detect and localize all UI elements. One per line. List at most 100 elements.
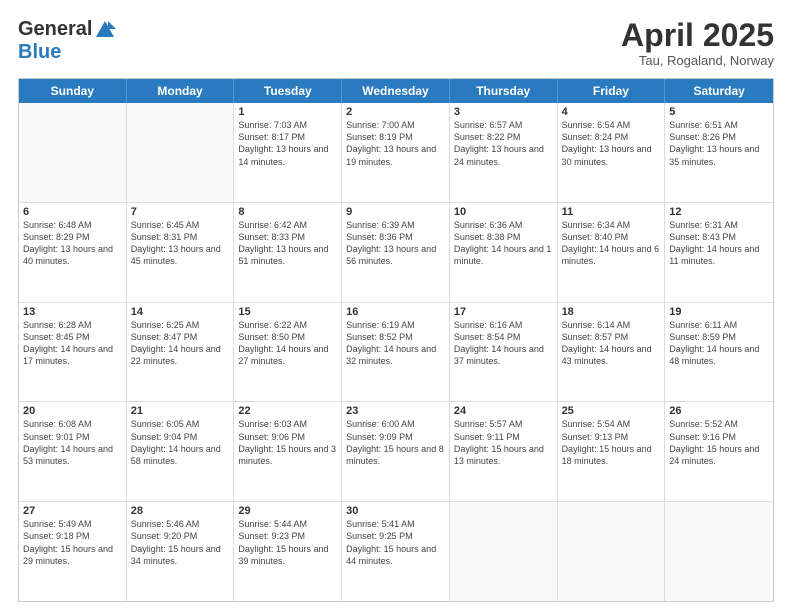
day-cell-29: 29Sunrise: 5:44 AM Sunset: 9:23 PM Dayli… <box>234 502 342 601</box>
day-number: 22 <box>238 405 337 417</box>
day-info: Sunrise: 6:16 AM Sunset: 8:54 PM Dayligh… <box>454 319 553 368</box>
logo-icon <box>94 19 116 41</box>
day-number: 21 <box>131 405 230 417</box>
weekday-header-sunday: Sunday <box>19 79 127 103</box>
day-cell-22: 22Sunrise: 6:03 AM Sunset: 9:06 PM Dayli… <box>234 402 342 501</box>
day-info: Sunrise: 5:46 AM Sunset: 9:20 PM Dayligh… <box>131 518 230 567</box>
day-info: Sunrise: 6:48 AM Sunset: 8:29 PM Dayligh… <box>23 219 122 268</box>
header: General Blue April 2025 Tau, Rogaland, N… <box>18 18 774 68</box>
empty-cell-0-1 <box>127 103 235 202</box>
day-info: Sunrise: 5:41 AM Sunset: 9:25 PM Dayligh… <box>346 518 445 567</box>
calendar: SundayMondayTuesdayWednesdayThursdayFrid… <box>18 78 774 602</box>
day-number: 13 <box>23 306 122 318</box>
day-cell-4: 4Sunrise: 6:54 AM Sunset: 8:24 PM Daylig… <box>558 103 666 202</box>
page: General Blue April 2025 Tau, Rogaland, N… <box>0 0 792 612</box>
empty-cell-0-0 <box>19 103 127 202</box>
day-info: Sunrise: 6:57 AM Sunset: 8:22 PM Dayligh… <box>454 119 553 168</box>
day-info: Sunrise: 6:42 AM Sunset: 8:33 PM Dayligh… <box>238 219 337 268</box>
day-info: Sunrise: 6:39 AM Sunset: 8:36 PM Dayligh… <box>346 219 445 268</box>
day-cell-10: 10Sunrise: 6:36 AM Sunset: 8:38 PM Dayli… <box>450 203 558 302</box>
day-info: Sunrise: 5:54 AM Sunset: 9:13 PM Dayligh… <box>562 418 661 467</box>
month-title: April 2025 <box>621 18 774 53</box>
day-number: 25 <box>562 405 661 417</box>
day-info: Sunrise: 6:34 AM Sunset: 8:40 PM Dayligh… <box>562 219 661 268</box>
day-number: 7 <box>131 206 230 218</box>
day-info: Sunrise: 6:28 AM Sunset: 8:45 PM Dayligh… <box>23 319 122 368</box>
day-info: Sunrise: 6:03 AM Sunset: 9:06 PM Dayligh… <box>238 418 337 467</box>
day-cell-17: 17Sunrise: 6:16 AM Sunset: 8:54 PM Dayli… <box>450 303 558 402</box>
day-info: Sunrise: 6:05 AM Sunset: 9:04 PM Dayligh… <box>131 418 230 467</box>
day-cell-1: 1Sunrise: 7:03 AM Sunset: 8:17 PM Daylig… <box>234 103 342 202</box>
day-number: 14 <box>131 306 230 318</box>
calendar-row-3: 20Sunrise: 6:08 AM Sunset: 9:01 PM Dayli… <box>19 401 773 501</box>
day-info: Sunrise: 6:22 AM Sunset: 8:50 PM Dayligh… <box>238 319 337 368</box>
day-cell-15: 15Sunrise: 6:22 AM Sunset: 8:50 PM Dayli… <box>234 303 342 402</box>
day-cell-14: 14Sunrise: 6:25 AM Sunset: 8:47 PM Dayli… <box>127 303 235 402</box>
day-cell-9: 9Sunrise: 6:39 AM Sunset: 8:36 PM Daylig… <box>342 203 450 302</box>
day-cell-3: 3Sunrise: 6:57 AM Sunset: 8:22 PM Daylig… <box>450 103 558 202</box>
day-cell-19: 19Sunrise: 6:11 AM Sunset: 8:59 PM Dayli… <box>665 303 773 402</box>
day-number: 3 <box>454 106 553 118</box>
day-info: Sunrise: 6:11 AM Sunset: 8:59 PM Dayligh… <box>669 319 769 368</box>
day-number: 6 <box>23 206 122 218</box>
weekday-header-thursday: Thursday <box>450 79 558 103</box>
day-cell-7: 7Sunrise: 6:45 AM Sunset: 8:31 PM Daylig… <box>127 203 235 302</box>
empty-cell-4-4 <box>450 502 558 601</box>
day-cell-26: 26Sunrise: 5:52 AM Sunset: 9:16 PM Dayli… <box>665 402 773 501</box>
day-info: Sunrise: 5:57 AM Sunset: 9:11 PM Dayligh… <box>454 418 553 467</box>
day-number: 17 <box>454 306 553 318</box>
day-cell-8: 8Sunrise: 6:42 AM Sunset: 8:33 PM Daylig… <box>234 203 342 302</box>
day-info: Sunrise: 6:51 AM Sunset: 8:26 PM Dayligh… <box>669 119 769 168</box>
day-info: Sunrise: 5:52 AM Sunset: 9:16 PM Dayligh… <box>669 418 769 467</box>
day-number: 27 <box>23 505 122 517</box>
day-info: Sunrise: 6:25 AM Sunset: 8:47 PM Dayligh… <box>131 319 230 368</box>
location-subtitle: Tau, Rogaland, Norway <box>621 53 774 68</box>
weekday-header-friday: Friday <box>558 79 666 103</box>
day-number: 4 <box>562 106 661 118</box>
day-number: 15 <box>238 306 337 318</box>
day-number: 1 <box>238 106 337 118</box>
day-number: 29 <box>238 505 337 517</box>
weekday-header-monday: Monday <box>127 79 235 103</box>
calendar-row-4: 27Sunrise: 5:49 AM Sunset: 9:18 PM Dayli… <box>19 501 773 601</box>
day-number: 19 <box>669 306 769 318</box>
day-info: Sunrise: 6:08 AM Sunset: 9:01 PM Dayligh… <box>23 418 122 467</box>
day-number: 30 <box>346 505 445 517</box>
calendar-header: SundayMondayTuesdayWednesdayThursdayFrid… <box>19 79 773 103</box>
calendar-body: 1Sunrise: 7:03 AM Sunset: 8:17 PM Daylig… <box>19 103 773 601</box>
day-info: Sunrise: 7:00 AM Sunset: 8:19 PM Dayligh… <box>346 119 445 168</box>
day-number: 11 <box>562 206 661 218</box>
calendar-row-1: 6Sunrise: 6:48 AM Sunset: 8:29 PM Daylig… <box>19 202 773 302</box>
logo-general-text: General <box>18 18 92 41</box>
day-cell-30: 30Sunrise: 5:41 AM Sunset: 9:25 PM Dayli… <box>342 502 450 601</box>
day-info: Sunrise: 6:31 AM Sunset: 8:43 PM Dayligh… <box>669 219 769 268</box>
weekday-header-wednesday: Wednesday <box>342 79 450 103</box>
day-info: Sunrise: 6:54 AM Sunset: 8:24 PM Dayligh… <box>562 119 661 168</box>
day-info: Sunrise: 6:19 AM Sunset: 8:52 PM Dayligh… <box>346 319 445 368</box>
day-info: Sunrise: 6:14 AM Sunset: 8:57 PM Dayligh… <box>562 319 661 368</box>
weekday-header-tuesday: Tuesday <box>234 79 342 103</box>
day-cell-12: 12Sunrise: 6:31 AM Sunset: 8:43 PM Dayli… <box>665 203 773 302</box>
empty-cell-4-6 <box>665 502 773 601</box>
day-number: 24 <box>454 405 553 417</box>
day-cell-16: 16Sunrise: 6:19 AM Sunset: 8:52 PM Dayli… <box>342 303 450 402</box>
day-cell-6: 6Sunrise: 6:48 AM Sunset: 8:29 PM Daylig… <box>19 203 127 302</box>
weekday-header-saturday: Saturday <box>665 79 773 103</box>
day-cell-20: 20Sunrise: 6:08 AM Sunset: 9:01 PM Dayli… <box>19 402 127 501</box>
title-block: April 2025 Tau, Rogaland, Norway <box>621 18 774 68</box>
day-cell-18: 18Sunrise: 6:14 AM Sunset: 8:57 PM Dayli… <box>558 303 666 402</box>
day-info: Sunrise: 7:03 AM Sunset: 8:17 PM Dayligh… <box>238 119 337 168</box>
day-number: 16 <box>346 306 445 318</box>
day-number: 28 <box>131 505 230 517</box>
day-number: 2 <box>346 106 445 118</box>
day-number: 20 <box>23 405 122 417</box>
day-number: 9 <box>346 206 445 218</box>
empty-cell-4-5 <box>558 502 666 601</box>
day-cell-27: 27Sunrise: 5:49 AM Sunset: 9:18 PM Dayli… <box>19 502 127 601</box>
logo: General Blue <box>18 18 116 64</box>
day-cell-25: 25Sunrise: 5:54 AM Sunset: 9:13 PM Dayli… <box>558 402 666 501</box>
calendar-row-0: 1Sunrise: 7:03 AM Sunset: 8:17 PM Daylig… <box>19 103 773 202</box>
day-cell-23: 23Sunrise: 6:00 AM Sunset: 9:09 PM Dayli… <box>342 402 450 501</box>
day-cell-24: 24Sunrise: 5:57 AM Sunset: 9:11 PM Dayli… <box>450 402 558 501</box>
day-info: Sunrise: 6:36 AM Sunset: 8:38 PM Dayligh… <box>454 219 553 268</box>
